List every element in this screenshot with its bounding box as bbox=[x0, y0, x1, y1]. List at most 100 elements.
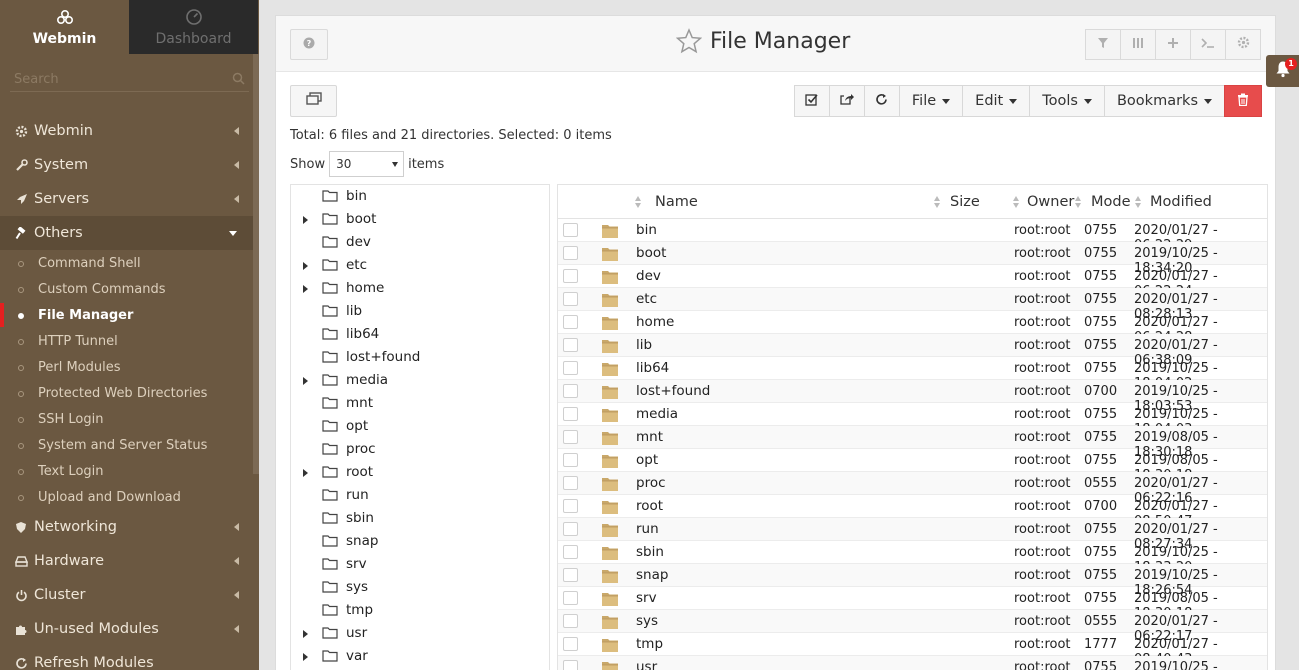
tree-node[interactable]: boot bbox=[291, 208, 549, 231]
sort-icon[interactable] bbox=[1013, 196, 1019, 209]
delete-button[interactable] bbox=[1224, 85, 1262, 117]
sidebar-scrollbar[interactable] bbox=[253, 54, 259, 474]
table-row[interactable]: rootroot:root07002020/01/27 - 08:50:47 bbox=[558, 495, 1267, 529]
tree-node[interactable]: etc bbox=[291, 254, 549, 277]
row-checkbox[interactable] bbox=[563, 568, 578, 582]
sidebar-subitem-perl-modules[interactable]: Perl Modules bbox=[0, 354, 253, 380]
tree-node[interactable]: tmp bbox=[291, 599, 549, 622]
row-checkbox[interactable] bbox=[563, 361, 578, 375]
toggle-panes-button[interactable] bbox=[290, 85, 337, 117]
sort-icon[interactable] bbox=[1075, 196, 1081, 209]
tree-node[interactable]: usr bbox=[291, 622, 549, 645]
tab-webmin[interactable]: Webmin bbox=[0, 0, 129, 54]
caret-right-icon[interactable] bbox=[303, 653, 308, 661]
file-name[interactable]: dev bbox=[636, 268, 661, 284]
sort-icon[interactable] bbox=[635, 196, 641, 209]
tree-node[interactable]: proc bbox=[291, 438, 549, 461]
tree-node[interactable]: root bbox=[291, 461, 549, 484]
table-row[interactable]: srvroot:root07552019/08/05 - 18:30:18 bbox=[558, 587, 1267, 621]
sidebar-item-others[interactable]: Others bbox=[0, 216, 253, 250]
file-name[interactable]: mnt bbox=[636, 429, 663, 445]
caret-right-icon[interactable] bbox=[303, 377, 308, 385]
row-checkbox[interactable] bbox=[563, 499, 578, 513]
table-row[interactable]: sbinroot:root07552019/10/25 - 18:33:20 bbox=[558, 541, 1267, 575]
file-name[interactable]: tmp bbox=[636, 636, 663, 652]
tree-node[interactable]: bin bbox=[291, 185, 549, 208]
caret-right-icon[interactable] bbox=[303, 630, 308, 638]
sidebar-subitem-command-shell[interactable]: Command Shell bbox=[0, 250, 253, 276]
tab-dashboard[interactable]: Dashboard bbox=[129, 0, 258, 54]
sidebar-subitem-ssh-login[interactable]: SSH Login bbox=[0, 406, 253, 432]
table-row[interactable]: homeroot:root07552020/01/27 - 06:24:28 bbox=[558, 311, 1267, 345]
sidebar-subitem-file-manager[interactable]: File Manager bbox=[0, 302, 253, 328]
search-input[interactable] bbox=[10, 68, 249, 90]
row-checkbox[interactable] bbox=[563, 591, 578, 605]
row-checkbox[interactable] bbox=[563, 614, 578, 628]
table-row[interactable]: mediaroot:root07552019/10/25 - 18:04:03 bbox=[558, 403, 1267, 437]
file-name[interactable]: lib64 bbox=[636, 360, 669, 376]
row-checkbox[interactable] bbox=[563, 522, 578, 536]
table-row[interactable]: mnt root:root 0755 2019/08/05 - 18:30:18 bbox=[558, 426, 1267, 460]
table-row[interactable]: sys root:root 0555 2020/01/27 - 06:22:17 bbox=[558, 610, 1267, 644]
column-mode[interactable]: Mode bbox=[1091, 194, 1131, 210]
file-name[interactable]: boot bbox=[636, 245, 666, 261]
filter-button[interactable] bbox=[1085, 29, 1121, 60]
refresh-button[interactable] bbox=[863, 85, 900, 117]
row-checkbox[interactable] bbox=[563, 269, 578, 283]
file-name[interactable]: lib bbox=[636, 337, 652, 353]
file-name[interactable]: srv bbox=[636, 590, 657, 606]
settings-button[interactable] bbox=[1225, 29, 1261, 60]
file-name[interactable]: run bbox=[636, 521, 659, 537]
notifications-button[interactable]: 1 bbox=[1266, 55, 1299, 87]
column-owner[interactable]: Owner bbox=[1027, 194, 1074, 210]
row-checkbox[interactable] bbox=[563, 338, 578, 352]
table-row[interactable]: proc root:root 0555 2020/01/27 - 06:22:16 bbox=[558, 472, 1267, 506]
row-checkbox[interactable] bbox=[563, 384, 578, 398]
table-row[interactable]: optroot:root07552019/08/05 - 18:30:18 bbox=[558, 449, 1267, 483]
tree-node[interactable]: srv bbox=[291, 553, 549, 576]
sidebar-subitem-protected-web-directories[interactable]: Protected Web Directories bbox=[0, 380, 253, 406]
caret-right-icon[interactable] bbox=[303, 285, 308, 293]
file-name[interactable]: sbin bbox=[636, 544, 664, 560]
row-checkbox[interactable] bbox=[563, 315, 578, 329]
tree-node[interactable]: media bbox=[291, 369, 549, 392]
row-checkbox[interactable] bbox=[563, 637, 578, 651]
table-row[interactable]: run root:root 0755 2020/01/27 - 08:27:34 bbox=[558, 518, 1267, 552]
file-name[interactable]: bin bbox=[636, 222, 657, 238]
sidebar-subitem-custom-commands[interactable]: Custom Commands bbox=[0, 276, 253, 302]
table-row[interactable]: lost+found root:root 0700 2019/10/25 - 18:0… bbox=[558, 380, 1267, 414]
terminal-button[interactable] bbox=[1190, 29, 1226, 60]
tree-node[interactable]: mnt bbox=[291, 392, 549, 415]
caret-right-icon[interactable] bbox=[303, 216, 308, 224]
tree-node[interactable]: var bbox=[291, 645, 549, 668]
table-row[interactable]: etc root:root 0755 2020/01/27 - 08:28:13 bbox=[558, 288, 1267, 322]
star-icon[interactable] bbox=[676, 28, 702, 54]
items-per-page-select[interactable]: 30 bbox=[329, 151, 405, 177]
share-button[interactable] bbox=[828, 85, 865, 117]
file-name[interactable]: home bbox=[636, 314, 674, 330]
file-menu-button[interactable]: File bbox=[898, 85, 964, 117]
edit-menu-button[interactable]: Edit bbox=[962, 85, 1031, 117]
file-name[interactable]: lost+found bbox=[636, 383, 710, 399]
tree-node[interactable]: opt bbox=[291, 415, 549, 438]
tree-node[interactable]: lib64 bbox=[291, 323, 549, 346]
tree-node[interactable]: dev bbox=[291, 231, 549, 254]
sidebar-item-servers[interactable]: Servers bbox=[0, 182, 253, 216]
file-name[interactable]: sys bbox=[636, 613, 658, 629]
select-all-button[interactable] bbox=[793, 85, 830, 117]
sidebar-item-system[interactable]: System bbox=[0, 148, 253, 182]
row-checkbox[interactable] bbox=[563, 292, 578, 306]
column-size[interactable]: Size bbox=[950, 194, 980, 210]
table-row[interactable]: usr root:root 0755 2019/10/25 - 18:04:02 bbox=[558, 656, 1267, 670]
file-name[interactable]: snap bbox=[636, 567, 668, 583]
row-checkbox[interactable] bbox=[563, 476, 578, 490]
table-row[interactable]: lib root:root 0755 2020/01/27 - 06:38:09 bbox=[558, 334, 1267, 368]
file-name[interactable]: proc bbox=[636, 475, 666, 491]
table-row[interactable]: snap root:root 0755 2019/10/25 - 18:26:54 bbox=[558, 564, 1267, 598]
file-name[interactable]: opt bbox=[636, 452, 658, 468]
sidebar-subitem-upload-and-download[interactable]: Upload and Download bbox=[0, 484, 253, 510]
row-checkbox[interactable] bbox=[563, 407, 578, 421]
row-checkbox[interactable] bbox=[563, 246, 578, 260]
tree-node[interactable]: run bbox=[291, 484, 549, 507]
table-row[interactable]: lib64root:root07552019/10/25 - 18:04:02 bbox=[558, 357, 1267, 391]
